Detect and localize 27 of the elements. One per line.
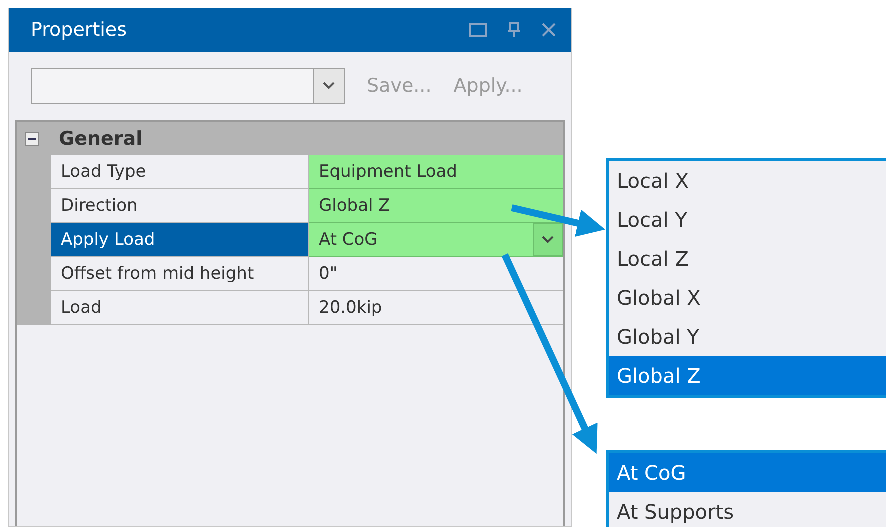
close-icon[interactable] [541,22,557,38]
preset-combo-box[interactable] [31,68,345,104]
list-option[interactable]: At CoG [609,453,886,492]
dropdown-button[interactable] [533,223,563,256]
group-label: General [59,128,143,150]
property-value[interactable]: 0" [309,257,563,291]
property-name[interactable]: Offset from mid height [51,257,309,291]
property-name[interactable]: Direction [51,189,309,223]
window-title: Properties [31,19,128,41]
chevron-down-icon [323,82,335,90]
value-text: 20.0kip [319,298,384,318]
property-value[interactable]: At CoG [309,223,563,257]
list-option[interactable]: Global Z [609,356,886,395]
pin-icon[interactable] [507,22,521,38]
chevron-down-icon [542,236,554,244]
property-name[interactable]: Load [51,291,309,325]
value-text: At CoG [319,230,379,250]
property-name[interactable]: Apply Load [51,223,309,257]
collapse-toggle[interactable] [25,132,39,146]
value-text: 0" [319,264,339,284]
property-value[interactable]: 20.0kip [309,291,563,325]
value-text: Equipment Load [319,162,458,182]
property-value[interactable]: Equipment Load [309,155,563,189]
property-name[interactable]: Load Type [51,155,309,189]
value-text: Global Z [319,196,392,216]
maximize-icon[interactable] [469,23,487,37]
property-value[interactable]: Global Z [309,189,563,223]
